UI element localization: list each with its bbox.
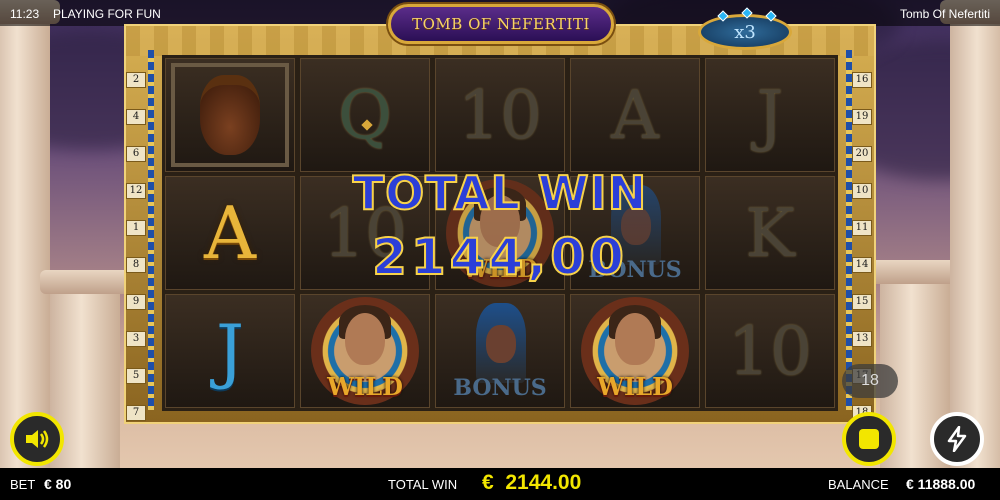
symbol-bonus: BONUS xyxy=(435,294,565,408)
payline-number: 6 xyxy=(126,146,146,162)
symbol-wild: WILD xyxy=(570,294,700,408)
total-win-label: TOTAL WIN xyxy=(388,477,458,492)
vase-icon xyxy=(200,75,260,155)
bet-label: BET xyxy=(10,477,36,492)
balance-label: BALANCE xyxy=(828,477,889,492)
total-win-title: TOTAL WIN xyxy=(352,165,648,221)
payline-number: 3 xyxy=(126,331,146,347)
symbol-a: A xyxy=(165,176,295,290)
symbol-k: K xyxy=(705,176,835,290)
symbol-10: 10 xyxy=(705,294,835,408)
symbol-j: J xyxy=(165,294,295,408)
payline-number: 20 xyxy=(852,146,872,162)
payline-number: 16 xyxy=(852,72,872,88)
payline-number: 5 xyxy=(126,368,146,384)
bet-value: € 80 xyxy=(44,476,72,492)
payline-number: 14 xyxy=(852,257,872,273)
speaker-icon xyxy=(26,430,49,448)
payline-number: 12 xyxy=(126,183,146,199)
payline-number: 7 xyxy=(126,405,146,421)
total-win-value: € 2144.00 xyxy=(482,471,582,494)
symbol-10: 10 xyxy=(435,58,565,172)
symbol-j: J xyxy=(705,58,835,172)
payline-number: 10 xyxy=(852,183,872,199)
game-name: Tomb Of Nefertiti xyxy=(899,7,990,21)
lightning-icon xyxy=(947,426,967,452)
symbol-wild: WILD xyxy=(300,294,430,408)
payline-number: 4 xyxy=(126,109,146,125)
symbol-q: Q xyxy=(300,58,430,172)
sound-button[interactable] xyxy=(10,412,64,466)
game-logo: TOMB OF NEFERTITI xyxy=(388,4,614,44)
clock: 11:23 xyxy=(10,7,40,21)
payline-number: 8 xyxy=(126,257,146,273)
play-mode: PLAYING FOR FUN xyxy=(53,7,161,21)
payline-number: 13 xyxy=(852,331,872,347)
balance-value: € 11888.00 xyxy=(906,476,976,492)
payline-number: 15 xyxy=(852,294,872,310)
total-win-amount: 2144,00 xyxy=(371,227,628,287)
payline-number: 1 xyxy=(126,220,146,236)
payline-number: 19 xyxy=(852,109,872,125)
payline-number: 11 xyxy=(852,220,872,236)
payline-indicators-right: 16192010111415131718 xyxy=(852,40,872,421)
turbo-button[interactable] xyxy=(930,412,984,466)
bottom-bar: BET € 80 TOTAL WIN € 2144.00 BALANCE € 1… xyxy=(0,468,1000,500)
multiplier-badge: x3 xyxy=(698,7,792,50)
stop-button[interactable] xyxy=(842,412,896,466)
payline-number: 2 xyxy=(126,72,146,88)
stop-icon xyxy=(859,429,879,449)
multiplier-label: x3 xyxy=(734,21,756,43)
free-spins-counter: 18 xyxy=(842,364,898,398)
payline-indicators-left: 2 4 6 12 1 8 9 3 5 7 xyxy=(126,40,146,421)
payline-number: 9 xyxy=(126,294,146,310)
symbol-a: A xyxy=(570,58,700,172)
symbol-vase xyxy=(165,58,295,172)
